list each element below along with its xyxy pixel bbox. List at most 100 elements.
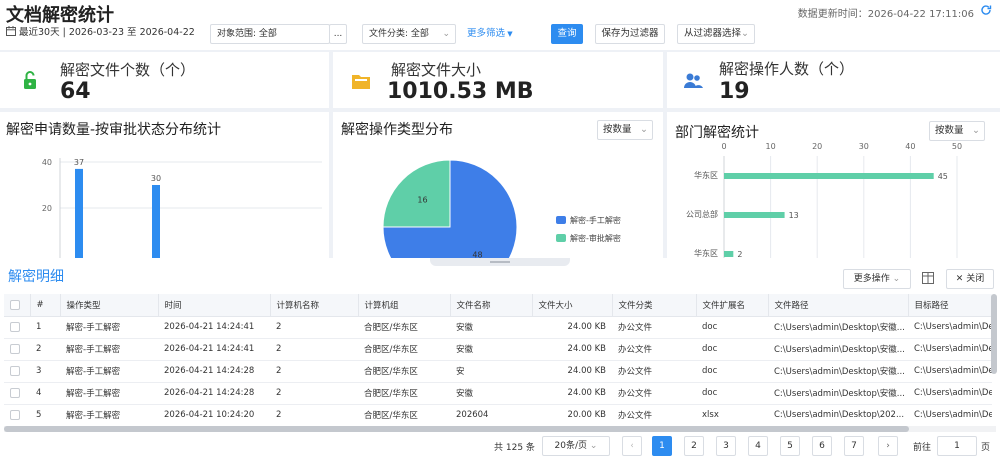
columns-icon[interactable]: [922, 272, 934, 284]
column-header[interactable]: 文件路径: [768, 294, 909, 317]
kpi-label: 解密操作人数（个）: [719, 60, 855, 78]
dept-measure-text: 按数量: [935, 125, 964, 136]
row-select-cell[interactable]: [4, 316, 30, 339]
select-all-cell[interactable]: [4, 294, 31, 317]
more-ops-button[interactable]: 更多操作 ⌄: [843, 269, 911, 289]
status-bar-chart: 20 40 37 30: [42, 158, 322, 258]
chevron-left-icon: ‹: [630, 441, 634, 451]
data-label: 13: [789, 211, 799, 220]
table-row[interactable]: 1 解密-手工解密 2026-04-21 14:24:41 2 合肥区/华东区 安徽 24.…: [4, 316, 992, 339]
scope-field[interactable]: 对象范围: 全部: [210, 24, 330, 44]
scrollbar-thumb[interactable]: [4, 426, 909, 432]
optype-chart-panel: 解密操作类型分布 按数量 ⌄ 48 解密-手工解密 16 解密-审批解密: [333, 112, 663, 258]
checkbox[interactable]: [10, 321, 20, 332]
table-cell: 办公文件: [612, 382, 696, 405]
column-header[interactable]: 文件名称: [450, 294, 533, 317]
x-tick-label: 10: [766, 142, 776, 151]
checkbox[interactable]: [10, 365, 20, 376]
kpi-value: 19: [719, 79, 750, 104]
category-select[interactable]: 文件分类: 全部 ⌄: [362, 24, 456, 44]
row-select-cell[interactable]: [4, 338, 30, 361]
page-size-text: 20条/页: [554, 441, 588, 451]
kpi-icon-bg: [675, 62, 711, 98]
detail-title: 解密明细: [8, 269, 64, 285]
scope-more-button[interactable]: ...: [329, 24, 347, 44]
table-row[interactable]: 5 解密-手工解密 2026-04-21 10:24:20 2 合肥区/华东区 20260…: [4, 404, 992, 427]
optype-measure-select[interactable]: 按数量 ⌄: [597, 120, 653, 140]
page-button[interactable]: 1: [652, 436, 672, 456]
row-select-cell[interactable]: [4, 360, 30, 383]
chevron-right-icon: ›: [886, 441, 890, 451]
row-select-cell[interactable]: [4, 404, 30, 427]
page-size-select[interactable]: 20条/页 ⌄: [542, 436, 610, 456]
data-label: 37: [74, 158, 84, 167]
bar: [724, 212, 785, 218]
optype-measure-text: 按数量: [603, 124, 632, 135]
checkbox[interactable]: [10, 299, 20, 310]
table-cell: 5: [30, 404, 60, 427]
prev-page-button[interactable]: ‹: [622, 436, 642, 456]
date-range-picker[interactable]: 最近30天 | 2026-03-23 至 2026-04-22: [6, 24, 195, 42]
checkbox[interactable]: [10, 387, 20, 398]
kpi-icon-bg: [12, 62, 48, 98]
status-chart-panel: 解密申请数量-按审批状态分布统计 20 40 37 30: [0, 112, 329, 258]
x-tick-label: 30: [859, 142, 869, 151]
column-header[interactable]: 操作类型: [60, 294, 159, 317]
table-cell: 3: [30, 360, 60, 383]
table-row[interactable]: 4 解密-手工解密 2026-04-21 14:24:28 2 合肥区/华东区 安徽 24.…: [4, 382, 992, 405]
close-button[interactable]: ✕ 关闭: [946, 269, 994, 289]
next-page-button[interactable]: ›: [878, 436, 898, 456]
table-cell: 20.00 KB: [532, 404, 612, 427]
column-header[interactable]: 计算机组: [358, 294, 451, 317]
dept-chart-panel: 部门解密统计 按数量 ⌄ 0 10 20 30 40 50 华东区 45 公司总部 13 华东区 2: [667, 112, 1000, 258]
table-cell: doc: [696, 338, 768, 361]
table-cell: 办公文件: [612, 360, 696, 383]
page-button[interactable]: 2: [684, 436, 704, 456]
page-button[interactable]: 6: [812, 436, 832, 456]
query-button[interactable]: 查询: [551, 24, 583, 44]
category-select-text: 文件分类: 全部: [369, 29, 429, 39]
column-header[interactable]: 文件分类: [612, 294, 697, 317]
dept-measure-select[interactable]: 按数量 ⌄: [929, 121, 985, 141]
column-header[interactable]: 文件大小: [532, 294, 613, 317]
checkbox[interactable]: [10, 409, 20, 420]
table-cell: C:\Users\admin\De: [908, 338, 992, 361]
bar: [724, 251, 734, 257]
save-filter-button[interactable]: 保存为过滤器: [595, 24, 665, 44]
table-row[interactable]: 3 解密-手工解密 2026-04-21 14:24:28 2 合肥区/华东区安 24.0…: [4, 360, 992, 383]
table-cell: 合肥区/华东区: [358, 338, 450, 361]
table-cell: 解密-手工解密: [60, 360, 158, 383]
folder-icon: [352, 75, 370, 89]
page-button[interactable]: 5: [780, 436, 800, 456]
more-filter-link[interactable]: 更多筛选 ▼: [467, 24, 513, 44]
column-header[interactable]: #: [30, 294, 61, 317]
panel-title: 解密申请数量-按审批状态分布统计: [6, 122, 222, 138]
column-header[interactable]: 目标路径: [908, 294, 992, 317]
table-cell: doc: [696, 382, 768, 405]
table-cell: 办公文件: [612, 404, 696, 427]
table-cell: 2: [270, 316, 358, 339]
column-header[interactable]: 时间: [158, 294, 271, 317]
choose-filter-select[interactable]: 从过滤器选择 ⌄: [677, 24, 755, 44]
table-cell: C:\Users\admin\De: [908, 382, 992, 405]
refresh-icon[interactable]: [980, 4, 992, 16]
row-select-cell[interactable]: [4, 382, 30, 405]
column-header[interactable]: 文件扩展名: [696, 294, 769, 317]
table-row[interactable]: 2 解密-手工解密 2026-04-21 14:24:41 2 合肥区/华东区 安徽 24.…: [4, 338, 992, 361]
vertical-scrollbar-thumb[interactable]: [991, 294, 997, 374]
table-cell: C:\Users\admin\Desktop\202...: [768, 404, 908, 427]
table-body: 1 解密-手工解密 2026-04-21 14:24:41 2 合肥区/华东区 安徽 24.…: [4, 316, 992, 427]
data-label: 30: [151, 174, 161, 183]
page-button[interactable]: 7: [844, 436, 864, 456]
table-cell: 24.00 KB: [532, 382, 612, 405]
panel-resize-handle[interactable]: [430, 258, 570, 266]
table-cell: C:\Users\admin\De: [908, 360, 992, 383]
chevron-down-icon: ⌄: [741, 28, 749, 39]
goto-page-input[interactable]: 1: [937, 436, 977, 456]
checkbox[interactable]: [10, 343, 20, 354]
page-button[interactable]: 4: [748, 436, 768, 456]
horizontal-scrollbar[interactable]: [4, 426, 996, 432]
column-header[interactable]: 计算机名称: [270, 294, 359, 317]
x-tick-label: 40: [905, 142, 915, 151]
page-button[interactable]: 3: [716, 436, 736, 456]
